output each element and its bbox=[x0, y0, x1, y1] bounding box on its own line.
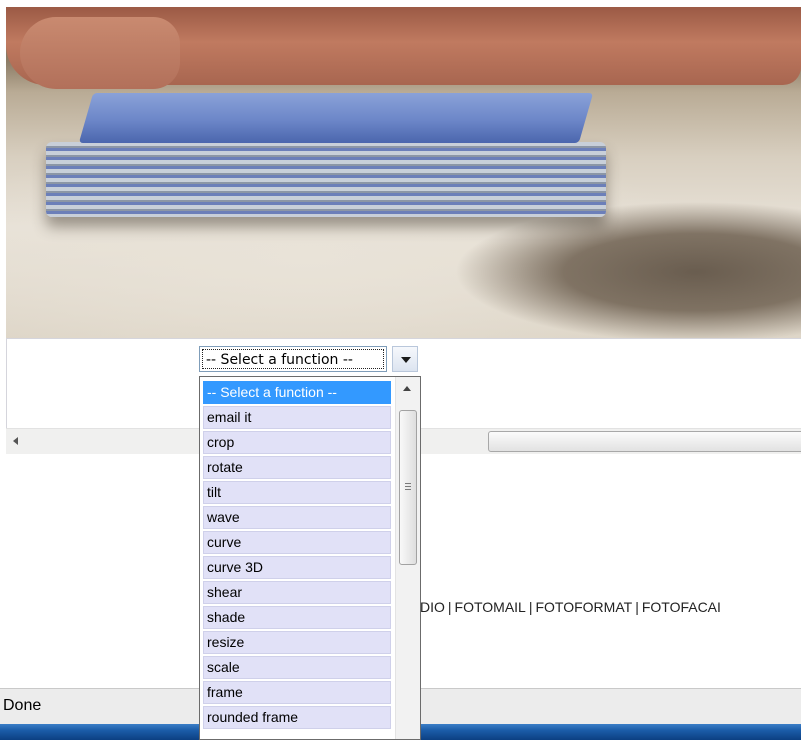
horizontal-scroll-thumb[interactable] bbox=[488, 431, 801, 452]
option-select-a-function[interactable]: -- Select a function -- bbox=[203, 381, 391, 404]
photo-fingertip bbox=[20, 17, 180, 89]
footer-link-fotoformat[interactable]: FOTOFORMAT bbox=[535, 599, 632, 615]
chevron-down-icon[interactable] bbox=[392, 346, 418, 372]
scroll-up-arrow-icon[interactable] bbox=[396, 377, 420, 401]
option-resize[interactable]: resize bbox=[203, 631, 391, 654]
function-select[interactable]: -- Select a function -- bbox=[199, 346, 387, 372]
option-shade[interactable]: shade bbox=[203, 606, 391, 629]
option-rounded-frame[interactable]: rounded frame bbox=[203, 706, 391, 729]
footer-separator: | bbox=[635, 599, 639, 615]
option-shear[interactable]: shear bbox=[203, 581, 391, 604]
option-tilt[interactable]: tilt bbox=[203, 481, 391, 504]
frame-divider bbox=[6, 338, 801, 339]
vertical-scroll-thumb[interactable] bbox=[399, 410, 417, 565]
photo-image bbox=[6, 7, 801, 338]
option-crop[interactable]: crop bbox=[203, 431, 391, 454]
photo-card-stack bbox=[46, 142, 606, 217]
scroll-left-arrow-icon[interactable] bbox=[6, 429, 26, 454]
grip-icon bbox=[405, 483, 411, 491]
footer-separator: | bbox=[447, 599, 452, 615]
option-scale[interactable]: scale bbox=[203, 656, 391, 679]
option-wave[interactable]: wave bbox=[203, 506, 391, 529]
status-text: Done bbox=[3, 697, 42, 714]
footer-link-fotomail[interactable]: FOTOMAIL bbox=[455, 599, 526, 615]
option-curve[interactable]: curve bbox=[203, 531, 391, 554]
vertical-scrollbar[interactable] bbox=[395, 377, 420, 739]
option-curve-3d[interactable]: curve 3D bbox=[203, 556, 391, 579]
footer-link-fotofacai[interactable]: FOTOFACAI bbox=[642, 599, 721, 615]
option-email-it[interactable]: email it bbox=[203, 406, 391, 429]
function-dropdown-list[interactable]: -- Select a function -- email it crop ro… bbox=[199, 376, 421, 740]
function-select-value: -- Select a function -- bbox=[202, 349, 384, 369]
function-options: -- Select a function -- email it crop ro… bbox=[203, 381, 391, 731]
footer-links: DIO | FOTOMAIL | FOTOFORMAT | FOTOFACAI bbox=[420, 599, 801, 621]
photo-card-top bbox=[78, 93, 594, 143]
option-frame[interactable]: frame bbox=[203, 681, 391, 704]
option-rotate[interactable]: rotate bbox=[203, 456, 391, 479]
footer-link-dio[interactable]: DIO bbox=[420, 599, 445, 615]
